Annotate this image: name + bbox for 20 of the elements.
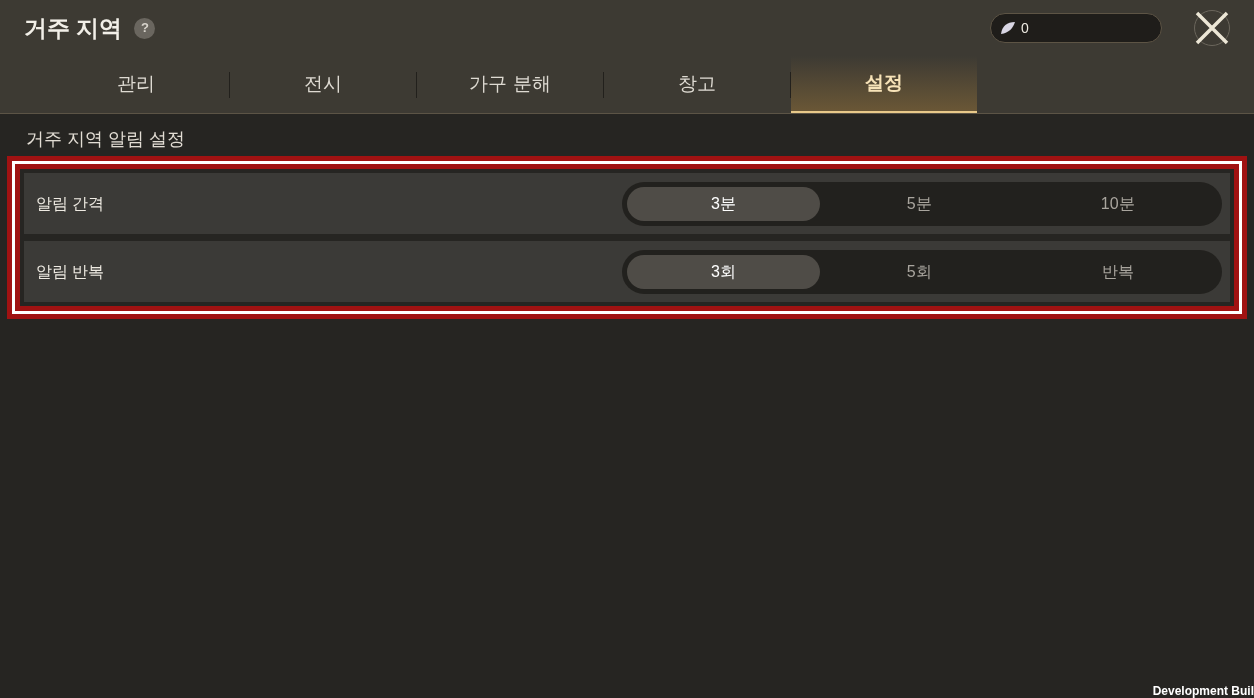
tab[interactable]: 전시 xyxy=(230,56,416,113)
option-button[interactable]: 3회 xyxy=(627,254,820,289)
feather-icon xyxy=(999,20,1017,36)
close-button[interactable] xyxy=(1194,10,1230,46)
currency-amount: 0 xyxy=(1021,18,1029,38)
option-button[interactable]: 반복 xyxy=(1018,254,1217,289)
option-button[interactable]: 5회 xyxy=(820,254,1019,289)
option-button[interactable]: 10분 xyxy=(1018,186,1217,221)
option-button[interactable]: 5분 xyxy=(820,186,1019,221)
option-button[interactable]: 3분 xyxy=(627,186,820,221)
close-icon xyxy=(1195,11,1229,45)
build-label: Development Buil xyxy=(1152,683,1254,698)
tab[interactable]: 관리 xyxy=(42,56,229,113)
tab[interactable]: 창고 xyxy=(604,56,790,113)
help-button[interactable]: ? xyxy=(134,17,156,39)
tab[interactable]: 가구 분해 xyxy=(417,56,603,113)
window-title: 거주 지역 xyxy=(24,13,123,43)
setting-label: 알림 간격 xyxy=(36,193,106,214)
section-title: 거주 지역 알림 설정 xyxy=(26,129,185,149)
setting-label: 알림 반복 xyxy=(36,261,106,282)
